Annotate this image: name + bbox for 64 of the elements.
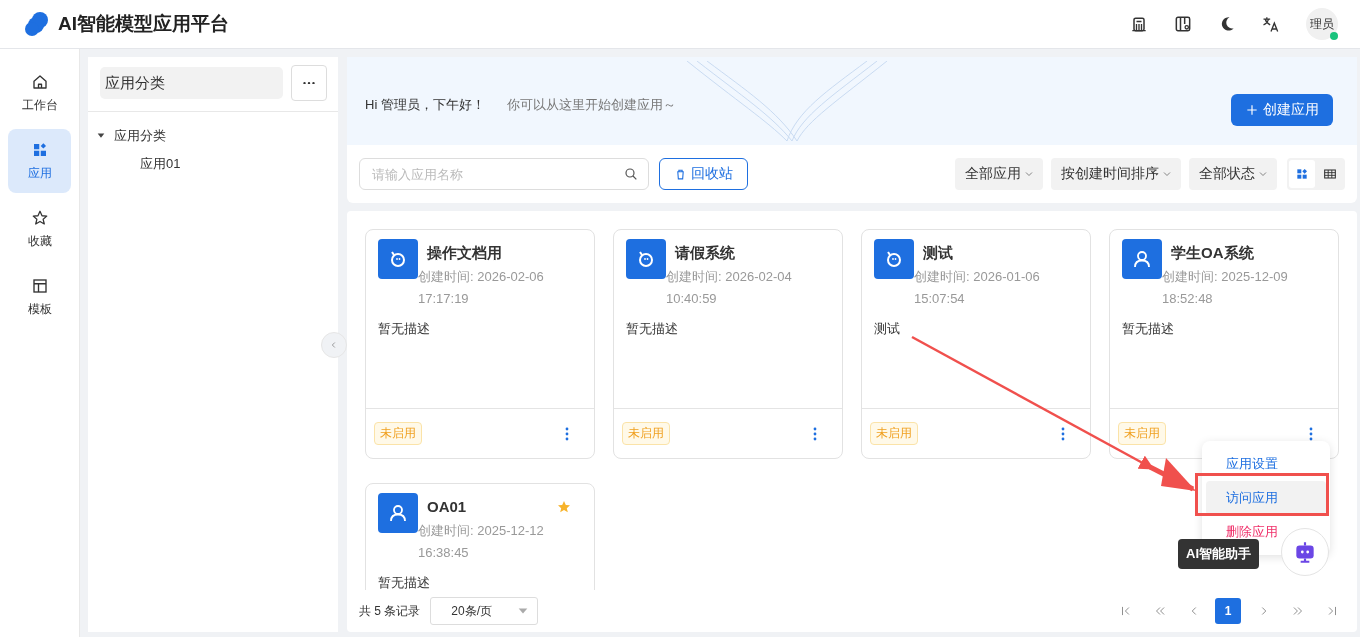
recycle-bin-button[interactable]: 回收站 [659,158,748,190]
hint-text: 你可以从这里开始创建应用～ [506,96,676,114]
grid-view-button[interactable] [1289,160,1315,188]
create-app-button[interactable]: 创建应用 [1231,94,1333,126]
category-title: 应用分类 [100,67,283,99]
app-description: 暂无描述 [1121,320,1175,338]
app-name: 测试 [923,244,953,263]
jump-back-icon [1153,604,1167,618]
star-icon [30,208,49,227]
logo-icon [22,10,50,38]
app-name: 请假系统 [675,244,735,263]
status-tag: 未启用 [1118,422,1166,445]
menu-item[interactable]: 访问应用 [1206,481,1326,515]
kebab-icon [813,426,817,441]
trash-icon [674,167,687,181]
kebab-icon [565,426,569,441]
app-description: 暂无描述 [377,320,431,338]
tree-item[interactable]: 应用01 [140,155,181,173]
page-number-button[interactable]: 1 [1215,598,1241,624]
app-card[interactable]: 测试 创建时间: 2026-01-06 15:07:54 测试 未启用 [861,229,1091,459]
app-title: AI智能模型应用平台 [58,12,229,36]
filter-dropdown[interactable]: 全部应用 [955,158,1043,190]
grid-icon [1294,166,1310,182]
jump-forward-icon [1291,604,1305,618]
app-card[interactable]: 操作文档用 创建时间: 2026-02-06 17:17:19 暂无描述 未启用 [365,229,595,459]
total-count: 共 5 条记录 [359,602,421,620]
status-tag: 未启用 [374,422,422,445]
translate-icon [1261,14,1281,34]
app-card[interactable]: 请假系统 创建时间: 2026-02-04 10:40:59 暂无描述 未启用 [613,229,843,459]
created-time: 创建时间: 2025-12-12 16:38:45 [418,522,545,562]
nav-item[interactable]: 工作台 [8,61,71,125]
search-icon [623,166,639,182]
kebab-icon [1309,426,1313,441]
search-field[interactable]: 请输入应用名称 [359,158,649,190]
building-icon [1129,14,1149,34]
app-description: 测试 [873,320,901,338]
plus-icon [1245,103,1259,117]
app-card[interactable]: OA01 创建时间: 2025-12-12 16:38:45 暂无描述 [365,483,595,590]
created-time: 创建时间: 2025-12-09 18:52:48 [1162,268,1289,308]
user-avatar[interactable]: 理员 [1306,8,1338,40]
created-time: 创建时间: 2026-02-04 10:40:59 [666,268,793,308]
nav-item[interactable]: 应用 [8,129,71,193]
nav-item[interactable]: 模板 [8,265,71,329]
filter-dropdown[interactable]: 全部状态 [1189,158,1277,190]
layout-icon [1173,14,1193,34]
app-name: 学生OA系统 [1171,244,1254,263]
created-time: 创建时间: 2026-02-06 17:17:19 [418,268,545,308]
kebab-icon [1061,426,1065,441]
status-tag: 未启用 [870,422,918,445]
status-tag: 未启用 [622,422,670,445]
app-name: OA01 [427,498,467,515]
assistant-tooltip: AI智能助手 [1178,539,1259,569]
app-name: 操作文档用 [427,244,502,263]
nav-item[interactable]: 收藏 [8,197,71,261]
created-time: 创建时间: 2026-01-06 15:07:54 [914,268,1041,308]
page-size-select[interactable]: 20条/页 [430,597,539,625]
filter-dropdown[interactable]: 按创建时间排序 [1051,158,1181,190]
table-icon [1322,166,1338,182]
app-description: 暂无描述 [625,320,679,338]
tree-item[interactable]: 应用分类 [114,127,166,145]
layout-icon [30,276,49,295]
app-description: 暂无描述 [377,574,431,590]
greeting-text: Hi 管理员，下午好！ [365,96,485,114]
more-icon [303,81,315,85]
